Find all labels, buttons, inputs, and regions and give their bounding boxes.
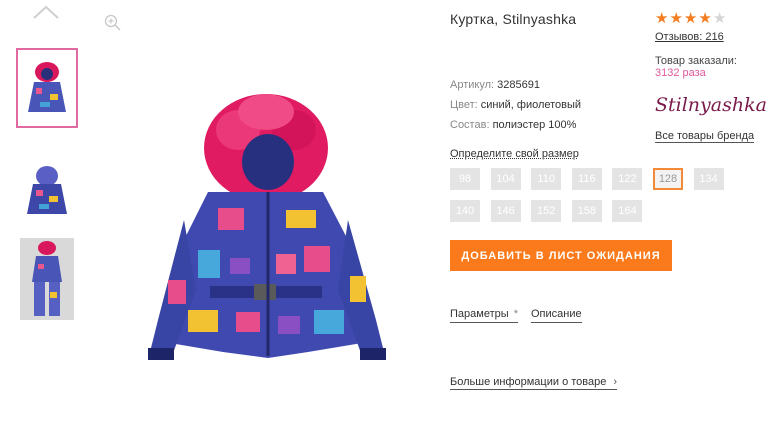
size-option-158[interactable]: 158 [571, 200, 602, 222]
size-option-134[interactable]: 134 [693, 168, 724, 190]
reviews-link[interactable]: Отзывов: 216 [655, 31, 724, 43]
size-option-122[interactable]: 122 [612, 168, 643, 190]
size-option-140[interactable]: 140 [450, 200, 480, 222]
size-option-152[interactable]: 152 [531, 200, 562, 222]
size-option-128[interactable]: 128 [653, 168, 683, 190]
tab-parameters-marker: * [513, 308, 518, 320]
tab-description[interactable]: Описание [531, 308, 582, 323]
article-label: Артикул: [450, 79, 495, 91]
color-label: Цвет: [450, 99, 478, 111]
brand-logo[interactable]: Stilnyashka [655, 94, 767, 116]
size-option-164[interactable]: 164 [612, 200, 643, 222]
model-wearing-suit-thumbnail-image [20, 238, 74, 320]
zoom-in-icon[interactable] [104, 14, 122, 32]
color-row: Цвет: синий, фиолетовый [450, 99, 581, 111]
add-to-waitlist-button[interactable]: ДОБАВИТЬ В ЛИСТ ОЖИДАНИЯ [450, 240, 672, 271]
star-icon: ★ [655, 10, 669, 27]
article-row: Артикул: 3285691 [450, 79, 540, 91]
product-thumbnail-3[interactable] [16, 236, 78, 322]
thumbnails-up-chevron-icon[interactable] [32, 4, 60, 20]
star-icon: ★ [669, 10, 683, 27]
product-thumbnail-1[interactable] [16, 48, 78, 128]
size-guide-link[interactable]: Определите свой размер [450, 148, 579, 160]
jacket-main-illustration [148, 94, 386, 360]
star-icon: ★ [712, 10, 727, 27]
color-value: синий, фиолетовый [480, 99, 582, 111]
jacket-thumbnail-image [28, 62, 66, 112]
main-product-image[interactable] [118, 90, 413, 370]
size-option-110[interactable]: 110 [531, 168, 562, 190]
size-option-98[interactable]: 98 [450, 168, 480, 190]
article-value: 3285691 [497, 79, 540, 91]
jacket-back-thumbnail-image [27, 166, 67, 214]
tab-parameters[interactable]: Параметры * [450, 308, 518, 323]
chevron-right-icon: › [613, 376, 618, 388]
size-option-116[interactable]: 116 [571, 168, 602, 190]
material-value: полиэстер 100% [492, 119, 577, 131]
material-label: Состав: [450, 119, 490, 131]
ordered-count: 3132 раза [655, 67, 706, 79]
material-row: Состав: полиэстер 100% [450, 119, 576, 131]
tab-parameters-label: Параметры [450, 308, 509, 320]
size-option-104[interactable]: 104 [490, 168, 521, 190]
all-brand-products-link[interactable]: Все товары бренда [655, 130, 755, 143]
product-title: Куртка, Stilnyashka [450, 11, 577, 27]
star-icon: ★ [683, 10, 698, 27]
rating-stars: ★ ★ ★ ★ ★ [655, 11, 726, 26]
more-info-link[interactable]: Больше информации о товаре › [450, 376, 618, 390]
star-icon: ★ [698, 10, 712, 27]
size-option-146[interactable]: 146 [490, 200, 521, 222]
product-thumbnail-2[interactable] [16, 150, 78, 230]
more-info-label: Больше информации о товаре [450, 376, 607, 388]
